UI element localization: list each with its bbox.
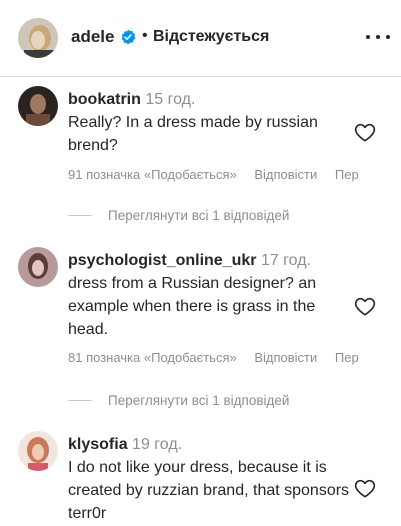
like-heart-icon[interactable] [354,296,376,316]
comment-time[interactable]: 19 год. [132,436,182,453]
view-replies-label[interactable]: Переглянути всі 1 відповідей [108,208,289,223]
like-heart-icon[interactable] [354,478,376,498]
comment-time[interactable]: 17 год. [261,252,311,269]
view-replies-label[interactable]: Переглянути всі 1 відповідей [108,393,289,408]
more-link[interactable]: Пер [335,350,359,365]
likes-count[interactable]: 91 позначка «Подобається» [68,167,237,182]
commenter-avatar[interactable] [18,431,58,471]
follow-status-button[interactable]: Відстежується [153,28,269,46]
replies-divider [68,215,92,216]
comment-body: klysofia 19 год. I do not like your dres… [68,433,353,525]
commenter-avatar[interactable] [18,247,58,287]
commenter-avatar[interactable] [18,86,58,126]
author-username[interactable]: adele [71,27,114,47]
comment-time[interactable]: 15 год. [145,91,195,108]
separator-dot: • [142,27,148,44]
comment-body: psychologist_online_ukr 17 год. dress fr… [68,249,353,341]
author-avatar[interactable] [18,18,58,58]
comment-text: dress from a Russian designer? an exampl… [68,275,317,338]
verified-badge-icon [121,29,136,45]
comment-meta: 91 позначка «Подобається» Відповісти Пер [68,167,373,182]
like-heart-icon[interactable] [354,122,376,142]
comment-meta: 81 позначка «Подобається» Відповісти Пер [68,350,373,365]
comment-username[interactable]: psychologist_online_ukr [68,252,256,269]
likes-count[interactable]: 81 позначка «Подобається» [68,350,237,365]
reply-link[interactable]: Відповісти [254,350,317,365]
replies-divider [68,400,92,401]
comment-username[interactable]: bookatrin [68,91,141,108]
reply-link[interactable]: Відповісти [254,167,317,182]
comment-text: Really? In a dress made by russian brend… [68,114,318,154]
view-replies-button[interactable]: Переглянути всі 1 відповідей [68,208,289,223]
view-replies-button[interactable]: Переглянути всі 1 відповідей [68,393,289,408]
post-header: adele • Відстежується [0,0,401,77]
comment-body: bookatrin 15 год. Really? In a dress mad… [68,88,353,157]
more-link[interactable]: Пер [335,167,359,182]
comment-text: I do not like your dress, because it is … [68,459,350,522]
comment-username[interactable]: klysofia [68,436,128,453]
more-options-icon[interactable] [366,25,390,49]
